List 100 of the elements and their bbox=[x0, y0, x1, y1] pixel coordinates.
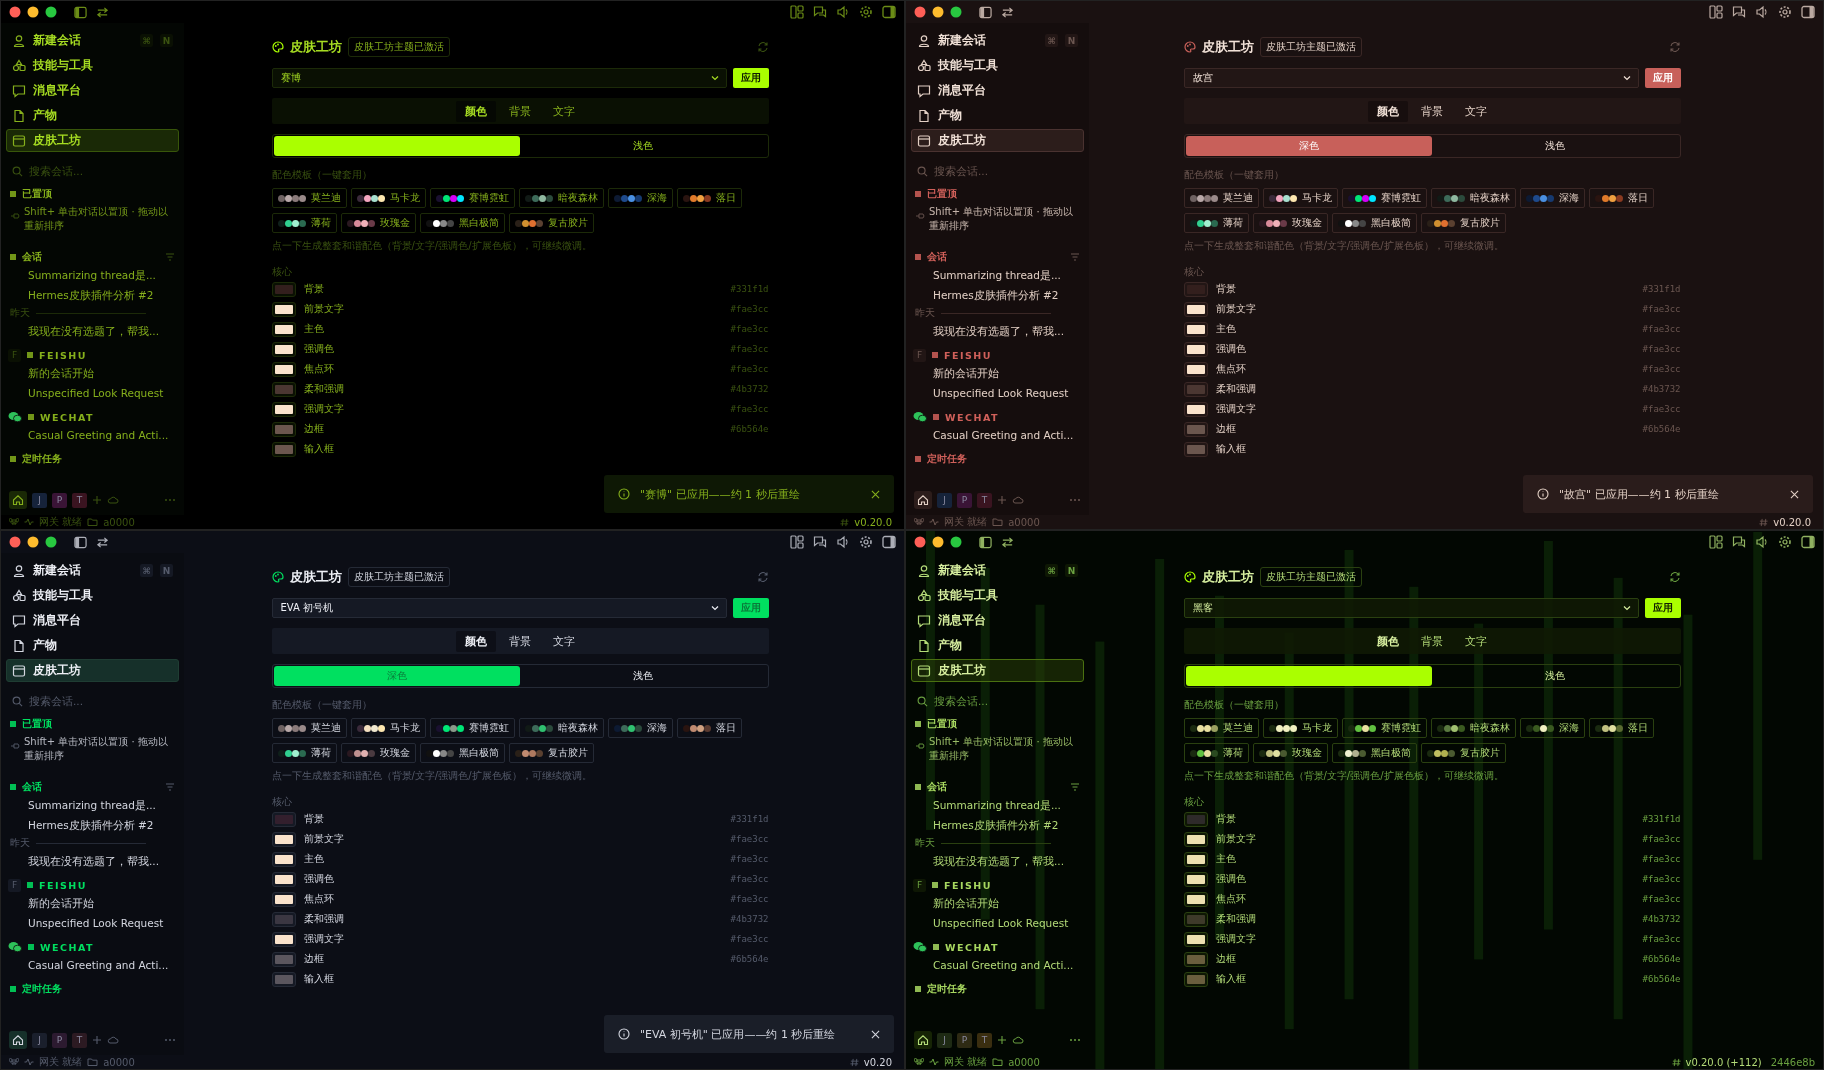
home-button[interactable] bbox=[914, 1031, 932, 1049]
template-chip[interactable]: 赛博霓虹 bbox=[429, 188, 515, 208]
template-chip[interactable]: 玫瑰金 bbox=[340, 743, 416, 763]
layout-icon[interactable] bbox=[1709, 5, 1723, 19]
template-chip[interactable]: 莫兰迪 bbox=[1183, 188, 1259, 208]
refresh-icon[interactable] bbox=[1668, 41, 1681, 53]
workspace-avatar[interactable]: T bbox=[72, 492, 87, 508]
nav-item[interactable]: 产物 bbox=[911, 104, 1084, 127]
chat-item[interactable]: Summarizing thread是... bbox=[6, 265, 179, 285]
tab[interactable]: 背景 bbox=[1412, 630, 1452, 652]
nav-item[interactable]: 技能与工具 bbox=[911, 584, 1084, 607]
chat-item[interactable]: Unspecified Look Request bbox=[911, 913, 1084, 933]
workspace-avatar[interactable]: J bbox=[32, 1032, 47, 1048]
template-chip[interactable]: 赛博霓虹 bbox=[429, 718, 515, 738]
chat-item[interactable]: 新的会话开始 bbox=[911, 893, 1084, 913]
workspace-avatar[interactable]: P bbox=[52, 492, 67, 508]
template-chip[interactable]: 深海 bbox=[607, 188, 673, 208]
chat-item[interactable]: Hermes皮肤插件分析 #2 bbox=[911, 285, 1084, 305]
color-swatch[interactable] bbox=[1183, 341, 1208, 357]
home-button[interactable] bbox=[914, 491, 932, 509]
workspace-avatar[interactable]: T bbox=[977, 492, 992, 508]
layout-icon[interactable] bbox=[790, 5, 804, 19]
tab[interactable]: 文字 bbox=[544, 100, 584, 122]
chat-icon[interactable] bbox=[1732, 5, 1746, 19]
mode-option[interactable]: 浅色 bbox=[520, 136, 767, 156]
apply-button[interactable]: 应用 bbox=[1644, 598, 1681, 618]
swap-icon[interactable] bbox=[96, 535, 109, 549]
chat-item[interactable]: 新的会话开始 bbox=[6, 893, 179, 913]
theme-select[interactable]: 赛博 bbox=[271, 68, 727, 88]
template-chip[interactable]: 赛博霓虹 bbox=[1341, 188, 1427, 208]
color-swatch[interactable] bbox=[271, 851, 296, 867]
nav-item[interactable]: 皮肤工坊 bbox=[6, 659, 179, 682]
tab[interactable]: 颜色 bbox=[1368, 100, 1408, 122]
template-chip[interactable]: 复古胶片 bbox=[508, 743, 594, 763]
swap-icon[interactable] bbox=[96, 5, 109, 19]
chat-item[interactable]: Hermes皮肤插件分析 #2 bbox=[911, 815, 1084, 835]
plus-icon[interactable] bbox=[997, 1035, 1007, 1045]
color-swatch[interactable] bbox=[271, 341, 296, 357]
close-icon[interactable] bbox=[1790, 489, 1799, 499]
template-chip[interactable]: 赛博霓虹 bbox=[1341, 718, 1427, 738]
color-swatch[interactable] bbox=[1183, 361, 1208, 377]
speaker-icon[interactable] bbox=[1755, 5, 1769, 19]
nav-item[interactable]: 新建会话 ⌘ N bbox=[6, 29, 179, 52]
chat-item[interactable]: Summarizing thread是... bbox=[6, 795, 179, 815]
chat-item[interactable]: Casual Greeting and Acti... bbox=[911, 955, 1084, 975]
chat-item[interactable]: Summarizing thread是... bbox=[911, 795, 1084, 815]
template-chip[interactable]: 暗夜森林 bbox=[1430, 188, 1516, 208]
home-button[interactable] bbox=[9, 491, 27, 509]
template-chip[interactable]: 玫瑰金 bbox=[1252, 743, 1328, 763]
template-chip[interactable]: 暗夜森林 bbox=[1430, 718, 1516, 738]
color-swatch[interactable] bbox=[271, 401, 296, 417]
swap-icon[interactable] bbox=[1001, 535, 1014, 549]
chat-item[interactable]: 我现在没有选题了，帮我... bbox=[911, 321, 1084, 341]
color-swatch[interactable] bbox=[271, 441, 296, 457]
template-chip[interactable]: 复古胶片 bbox=[1420, 213, 1506, 233]
chat-item[interactable]: Hermes皮肤插件分析 #2 bbox=[6, 815, 179, 835]
search-field[interactable]: 搜索会话... bbox=[29, 695, 159, 707]
tab[interactable]: 颜色 bbox=[456, 630, 496, 652]
tab[interactable]: 文字 bbox=[1456, 630, 1496, 652]
tab[interactable]: 背景 bbox=[500, 630, 540, 652]
nav-item[interactable]: 产物 bbox=[6, 634, 179, 657]
template-chip[interactable]: 马卡龙 bbox=[1262, 188, 1338, 208]
settings-icon[interactable] bbox=[859, 535, 873, 549]
color-swatch[interactable] bbox=[1183, 441, 1208, 457]
theme-select[interactable]: EVA 初号机 bbox=[271, 598, 727, 618]
workspace-avatar[interactable]: P bbox=[52, 1032, 67, 1048]
color-swatch[interactable] bbox=[1183, 381, 1208, 397]
sidebar-toggle-icon[interactable] bbox=[74, 535, 87, 549]
chat-item[interactable]: Casual Greeting and Acti... bbox=[911, 425, 1084, 445]
chat-item[interactable]: 新的会话开始 bbox=[6, 363, 179, 383]
template-chip[interactable]: 马卡龙 bbox=[350, 718, 426, 738]
tab[interactable]: 背景 bbox=[500, 100, 540, 122]
panel-toggle-icon[interactable] bbox=[1801, 5, 1815, 19]
mode-option[interactable]: 浅色 bbox=[1432, 136, 1679, 156]
speaker-icon[interactable] bbox=[836, 5, 850, 19]
template-chip[interactable]: 黑白极简 bbox=[419, 213, 505, 233]
template-chip[interactable]: 薄荷 bbox=[1183, 743, 1249, 763]
color-swatch[interactable] bbox=[271, 891, 296, 907]
color-swatch[interactable] bbox=[271, 951, 296, 967]
chat-icon[interactable] bbox=[813, 5, 827, 19]
swap-icon[interactable] bbox=[1001, 5, 1014, 19]
nav-item[interactable]: 消息平台 bbox=[6, 609, 179, 632]
color-swatch[interactable] bbox=[1183, 401, 1208, 417]
nav-item[interactable]: 技能与工具 bbox=[6, 584, 179, 607]
settings-icon[interactable] bbox=[1778, 5, 1792, 19]
color-swatch[interactable] bbox=[271, 911, 296, 927]
apply-button[interactable]: 应用 bbox=[732, 68, 769, 88]
cloud-icon[interactable] bbox=[1012, 1035, 1024, 1045]
panel-toggle-icon[interactable] bbox=[882, 535, 896, 549]
more-icon[interactable] bbox=[1069, 1038, 1081, 1042]
color-swatch[interactable] bbox=[271, 281, 296, 297]
template-chip[interactable]: 薄荷 bbox=[271, 743, 337, 763]
speaker-icon[interactable] bbox=[1755, 535, 1769, 549]
theme-select[interactable]: 故宫 bbox=[1183, 68, 1639, 88]
template-chip[interactable]: 莫兰迪 bbox=[271, 718, 347, 738]
cloud-icon[interactable] bbox=[1012, 495, 1024, 505]
template-chip[interactable]: 深海 bbox=[1519, 718, 1585, 738]
chat-item[interactable]: Casual Greeting and Acti... bbox=[6, 425, 179, 445]
chat-item[interactable]: 我现在没有选题了，帮我... bbox=[6, 851, 179, 871]
search-field[interactable]: 搜索会话... bbox=[934, 165, 1064, 177]
